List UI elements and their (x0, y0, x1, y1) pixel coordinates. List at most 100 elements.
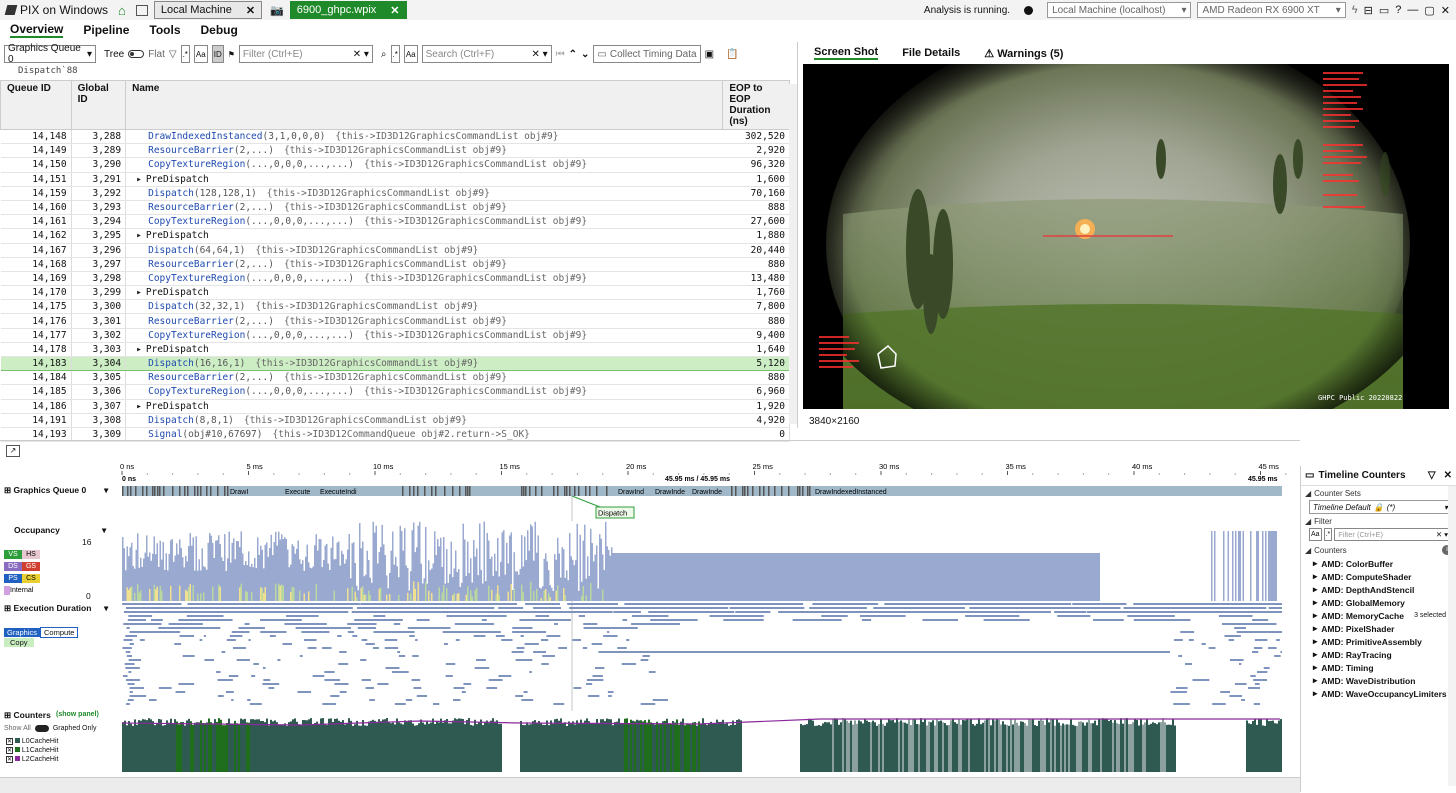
queue-event[interactable] (763, 486, 765, 496)
next-result-icon[interactable]: ⌄ (581, 49, 589, 60)
queue-event[interactable] (585, 486, 587, 496)
tab-warnings[interactable]: ⚠ Warnings (5) (984, 47, 1063, 60)
queue-event[interactable] (541, 486, 543, 496)
queue-event[interactable] (557, 486, 559, 496)
table-row[interactable]: 14,162 3,295 ▸ PreDispatch 1,880 (0, 228, 790, 244)
expand-arrow-icon[interactable]: ▸ (1313, 623, 1317, 634)
queue-event[interactable] (217, 486, 219, 496)
queue-event[interactable] (465, 486, 467, 496)
queue-event[interactable] (224, 486, 226, 496)
expand-arrow-icon[interactable]: ▸ (136, 174, 142, 185)
table-row[interactable]: 14,186 3,307 ▸ PreDispatch 1,920 (0, 399, 790, 414)
chevron-down-icon[interactable]: ▾ (104, 485, 108, 496)
queue-event[interactable] (413, 486, 415, 496)
expand-arrow-icon[interactable]: ▸ (1313, 610, 1317, 621)
table-row[interactable]: 14,191 3,308 Dispatch(8,8,1) {this->ID3D12G… (0, 413, 790, 428)
col-global-id[interactable]: Global ID (70, 80, 127, 130)
queue-event[interactable] (525, 486, 527, 496)
queue-event[interactable] (774, 486, 776, 496)
queue-event[interactable] (606, 486, 608, 496)
queue-event[interactable] (596, 486, 598, 496)
queue-event[interactable] (564, 486, 566, 496)
queue-event[interactable] (402, 486, 404, 496)
queue-event[interactable] (759, 486, 761, 496)
queue-event[interactable] (809, 486, 811, 496)
tab-local-machine[interactable]: Local Machine ✕ (153, 1, 263, 19)
table-row[interactable]: 14,169 3,298 CopyTextureRegion(...,0,0,0,.… (0, 271, 790, 287)
counter-filter-input[interactable]: Filter (Ctrl+E) ✕ ▾ (1334, 528, 1452, 541)
tab-debug[interactable]: Debug (201, 23, 238, 37)
queue-event[interactable] (227, 486, 229, 496)
counters-lane[interactable]: ⊞ Counters (4, 710, 51, 721)
expand-arrow-icon[interactable]: ▸ (136, 344, 142, 355)
queue-event[interactable] (154, 486, 156, 496)
queue-event[interactable] (157, 486, 159, 496)
counter-legend-item[interactable]: ✕ L1CacheHit (6, 746, 58, 755)
expand-arrow-icon[interactable]: ▸ (1313, 649, 1317, 660)
queue-event[interactable] (194, 486, 196, 496)
queue-event[interactable] (142, 486, 144, 496)
search-icon[interactable]: ⌕ (381, 49, 387, 60)
expand-arrow-icon[interactable]: ▸ (136, 230, 142, 241)
counter-group-item[interactable]: ▸ AMD: Timing (1301, 661, 1456, 674)
col-duration[interactable]: EOP to EOP Duration (ns) (722, 80, 790, 130)
occupancy-lane[interactable]: Occupancy ▾ (14, 525, 106, 535)
filter-section[interactable]: ◢ Filter (1301, 514, 1456, 528)
table-row[interactable]: 14,175 3,300 Dispatch(32,32,1) {this->ID3D1… (0, 299, 790, 315)
id-toggle[interactable]: ID (211, 45, 224, 63)
table-row[interactable]: 14,183 3,304 Dispatch(16,16,1) {this->ID3D1… (0, 355, 790, 372)
queue-event[interactable] (566, 486, 568, 496)
table-row[interactable]: 14,151 3,291 ▸ PreDispatch 1,600 (0, 172, 790, 187)
clear-icon[interactable]: ✕ ▾ (1436, 530, 1448, 539)
table-row[interactable]: 14,176 3,301 ResourceBarrier(2,...) {this->… (0, 313, 790, 329)
counter-group-item[interactable]: ▸ AMD: RayTracing (1301, 648, 1456, 661)
expand-arrow-icon[interactable]: ▸ (1313, 571, 1317, 582)
expand-arrow-icon[interactable]: ▸ (136, 401, 142, 412)
panel-chevron-icon[interactable]: ▽ (1428, 470, 1436, 481)
clipboard-icon[interactable]: 📋 (726, 49, 738, 60)
counters-section[interactable]: ◢ Counters i (1301, 543, 1456, 557)
tag-icon[interactable]: ⚑ (228, 50, 235, 59)
counter-sets-section[interactable]: ◢ Counter Sets (1301, 486, 1456, 500)
table-row[interactable]: 14,149 3,289 ResourceBarrier(2,...) {this->… (0, 143, 790, 159)
counter-legend-item[interactable]: ✕ L0CacheHit (6, 737, 58, 746)
maximize-icon[interactable]: ▢ (1424, 4, 1434, 17)
close-icon[interactable]: ✕ (246, 4, 255, 17)
tab-pipeline[interactable]: Pipeline (83, 23, 129, 37)
queue-event[interactable] (122, 486, 124, 496)
counter-graph[interactable] (121, 718, 1282, 772)
tab-capture-file[interactable]: 6900_ghpc.wpix ✕ (289, 1, 407, 19)
counter-group-item[interactable]: ▸ AMD: GlobalMemory (1301, 596, 1456, 609)
col-queue-id[interactable]: Queue ID (0, 80, 72, 130)
first-result-icon[interactable]: ⏮ (556, 49, 565, 60)
expand-arrow-icon[interactable]: ▸ (1313, 584, 1317, 595)
graphed-only-toggle[interactable]: Show All Graphed Only (4, 725, 96, 732)
gpu-select[interactable]: AMD Radeon RX 6900 XT ▾ (1197, 2, 1346, 18)
feedback-icon[interactable]: ▭ (1379, 4, 1389, 17)
queue-event[interactable] (444, 486, 446, 496)
expand-arrow-icon[interactable]: ▸ (1313, 688, 1317, 699)
col-name[interactable]: Name (125, 80, 724, 130)
queue-event[interactable] (135, 486, 137, 496)
close-window-icon[interactable]: ✕ (1441, 4, 1450, 17)
queue-event[interactable] (467, 486, 469, 496)
queue-event[interactable] (130, 486, 132, 496)
search-input[interactable]: Search (Ctrl+F) ✕ ▾ (421, 45, 552, 63)
queue-event[interactable] (752, 486, 754, 496)
filter-icon[interactable]: ▽ (169, 49, 177, 60)
remove-counter-icon[interactable]: ✕ (6, 756, 13, 763)
counter-case-toggle[interactable]: Aa (1309, 528, 1322, 541)
queue-event[interactable] (797, 486, 799, 496)
queue-event[interactable] (210, 486, 212, 496)
expand-arrow-icon[interactable]: ▸ (1313, 597, 1317, 608)
table-row[interactable]: 14,150 3,290 CopyTextureRegion(...,0,0,0,.… (0, 157, 790, 173)
queue-event[interactable] (535, 486, 537, 496)
queue-event[interactable] (731, 486, 733, 496)
queue-event[interactable] (417, 486, 419, 496)
queue-event[interactable] (469, 486, 471, 496)
counter-group-item[interactable]: ▸ AMD: MemoryCache 3 selected (1301, 609, 1456, 622)
table-row[interactable]: 14,178 3,303 ▸ PreDispatch 1,640 (0, 342, 790, 358)
counter-group-item[interactable]: ▸ AMD: PixelShader (1301, 622, 1456, 635)
queue-event[interactable] (735, 486, 737, 496)
tab-tools[interactable]: Tools (149, 23, 180, 37)
